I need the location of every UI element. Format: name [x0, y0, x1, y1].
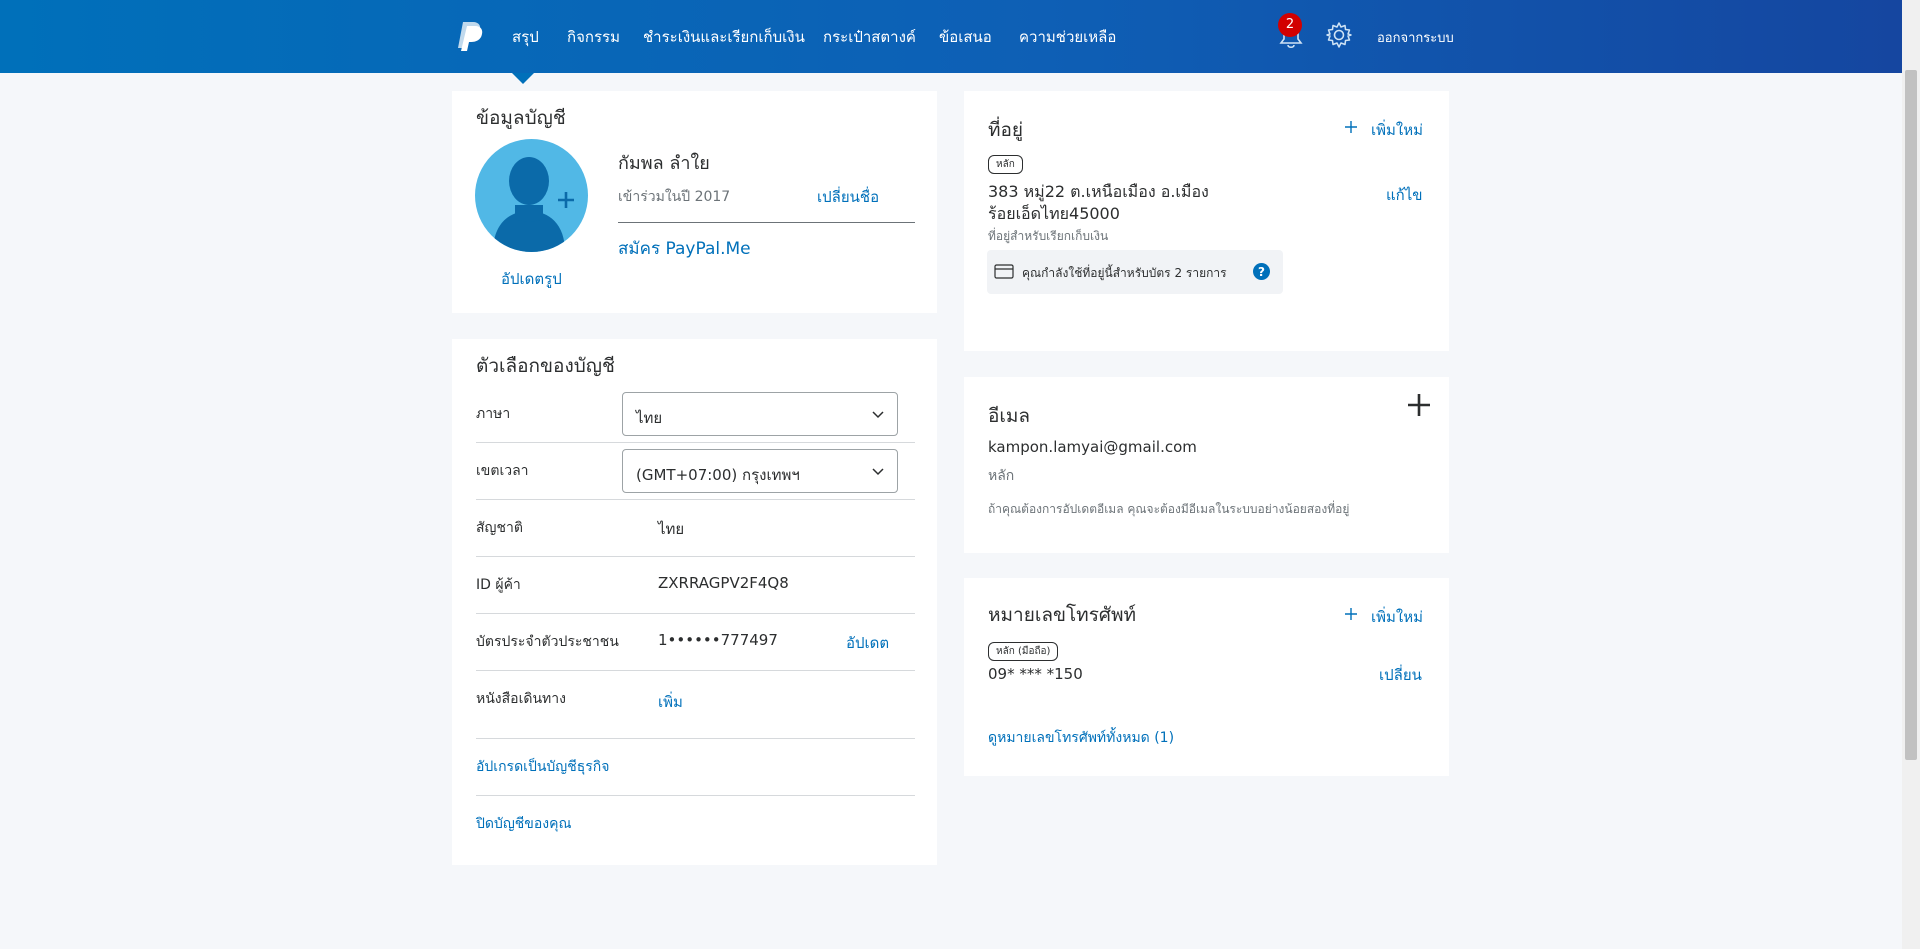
nationality-label: สัญชาติ — [476, 520, 523, 536]
close-account-link[interactable]: ปิดบัญชีของคุณ — [476, 813, 571, 835]
account-options-title: ตัวเลือกของบัญชี — [476, 355, 615, 377]
nav-activity[interactable]: กิจกรรม — [567, 25, 620, 49]
primary-tag: หลัก — [988, 155, 1023, 174]
add-photo-icon[interactable] — [556, 190, 576, 210]
row-divider — [476, 795, 915, 796]
view-all-phones-link[interactable]: ดูหมายเลขโทรศัพท์ทั้งหมด (1) — [988, 727, 1174, 749]
gear-icon[interactable] — [1325, 21, 1353, 49]
address-title: ที่อยู่ — [988, 119, 1024, 141]
email-update-note: ถ้าคุณต้องการอัปเดตอีเมล คุณจะต้องมีอีเม… — [988, 502, 1350, 516]
timezone-select-value: (GMT+07:00) กรุงเทพฯ — [636, 466, 800, 484]
language-select[interactable]: ไทย — [622, 392, 898, 436]
logout-button[interactable]: ออกจากระบบ — [1377, 27, 1454, 48]
nav-offers[interactable]: ข้อเสนอ — [939, 25, 992, 49]
nav-help[interactable]: ความช่วยเหลือ — [1019, 25, 1116, 49]
email-title: อีเมล — [988, 405, 1031, 427]
top-nav-bar: สรุป กิจกรรม ชำระเงินและเรียกเก็บเงิน กร… — [0, 0, 1902, 73]
add-phone-link[interactable]: เพิ่มใหม่ — [1371, 605, 1423, 629]
update-photo-link[interactable]: อัปเดตรูป — [501, 267, 562, 291]
profile-card: ข้อมูลบัญชี อัปเดตรูป กัมพล ลำใย เข้าร่ว… — [452, 91, 937, 313]
nav-send-request[interactable]: ชำระเงินและเรียกเก็บเงิน — [643, 25, 805, 49]
nav-summary[interactable]: สรุป — [512, 25, 539, 49]
change-phone-link[interactable]: เปลี่ยน — [1379, 663, 1422, 687]
paypal-logo-icon[interactable] — [456, 20, 484, 52]
billing-address-note: ที่อยู่สำหรับเรียกเก็บเงิน — [988, 229, 1109, 243]
credit-card-icon — [994, 264, 1014, 279]
row-divider — [476, 442, 915, 443]
help-icon[interactable]: ? — [1253, 263, 1270, 280]
national-id-label: บัตรประจำตัวประชาชน — [476, 634, 619, 650]
svg-text:?: ? — [1258, 265, 1265, 279]
nav-wallet[interactable]: กระเป๋าสตางค์ — [823, 25, 916, 49]
cards-using-address-box: คุณกำลังใช้ที่อยู่นี้สำหรับบัตร 2 รายการ… — [987, 250, 1283, 294]
change-name-link[interactable]: เปลี่ยนชื่อ — [817, 185, 879, 209]
account-options-card: ตัวเลือกของบัญชี ภาษา ไทย เขตเวลา (GMT+0… — [452, 339, 937, 865]
phone-title: หมายเลขโทรศัพท์ — [988, 604, 1137, 626]
cards-using-address-text: คุณกำลังใช้ที่อยู่นี้สำหรับบัตร 2 รายการ — [1022, 266, 1227, 280]
plus-icon[interactable] — [1344, 120, 1358, 134]
chevron-down-icon — [872, 411, 884, 419]
address-line-2: ร้อยเอ็ดไทย45000 — [988, 204, 1120, 223]
active-nav-indicator — [512, 73, 534, 84]
scrollbar-thumb[interactable] — [1905, 70, 1917, 760]
profile-card-title: ข้อมูลบัญชี — [476, 107, 566, 129]
upgrade-business-link[interactable]: อัปเกรดเป็นบัญชีธุรกิจ — [476, 756, 609, 778]
avatar[interactable] — [475, 139, 588, 252]
notification-badge[interactable]: 2 — [1278, 13, 1302, 37]
nationality-value: ไทย — [658, 520, 685, 538]
plus-icon[interactable] — [1344, 607, 1358, 621]
primary-mobile-tag: หลัก (มือถือ) — [988, 642, 1059, 661]
email-primary-label: หลัก — [988, 468, 1015, 484]
add-address-link[interactable]: เพิ่มใหม่ — [1371, 118, 1423, 142]
edit-address-link[interactable]: แก้ไข — [1386, 183, 1423, 207]
vertical-scrollbar[interactable] — [1902, 0, 1920, 949]
passport-label: หนังสือเดินทาง — [476, 691, 566, 707]
paypal-me-link[interactable]: สมัคร PayPal.Me — [618, 235, 751, 262]
merchant-id-label: ID ผู้ค้า — [476, 577, 521, 593]
add-email-plus-icon[interactable] — [1407, 393, 1431, 417]
timezone-select[interactable]: (GMT+07:00) กรุงเทพฯ — [622, 449, 898, 493]
row-divider — [476, 670, 915, 671]
account-holder-name: กัมพล ลำใย — [618, 153, 710, 174]
chevron-down-icon — [872, 468, 884, 476]
update-national-id-link[interactable]: อัปเดต — [846, 631, 889, 655]
email-address: kampon.lamyai@gmail.com — [988, 438, 1197, 456]
timezone-label: เขตเวลา — [476, 463, 529, 479]
profile-divider — [618, 222, 915, 223]
row-divider — [476, 738, 915, 739]
add-passport-link[interactable]: เพิ่ม — [658, 690, 683, 714]
language-select-value: ไทย — [636, 409, 663, 427]
national-id-value: 1••••••777497 — [658, 631, 778, 649]
language-label: ภาษา — [476, 406, 511, 422]
email-card: อีเมล kampon.lamyai@gmail.com หลัก ถ้าคุ… — [964, 377, 1449, 553]
row-divider — [476, 613, 915, 614]
phone-card: หมายเลขโทรศัพท์ เพิ่มใหม่ หลัก (มือถือ) … — [964, 578, 1449, 776]
phone-number: 09* *** *150 — [988, 665, 1083, 683]
merchant-id-value: ZXRRAGPV2F4Q8 — [658, 574, 789, 592]
joined-year: เข้าร่วมในปี 2017 — [618, 189, 731, 205]
row-divider — [476, 499, 915, 500]
row-divider — [476, 556, 915, 557]
address-card: ที่อยู่ เพิ่มใหม่ หลัก 383 หมู่22 ต.เหนื… — [964, 91, 1449, 351]
